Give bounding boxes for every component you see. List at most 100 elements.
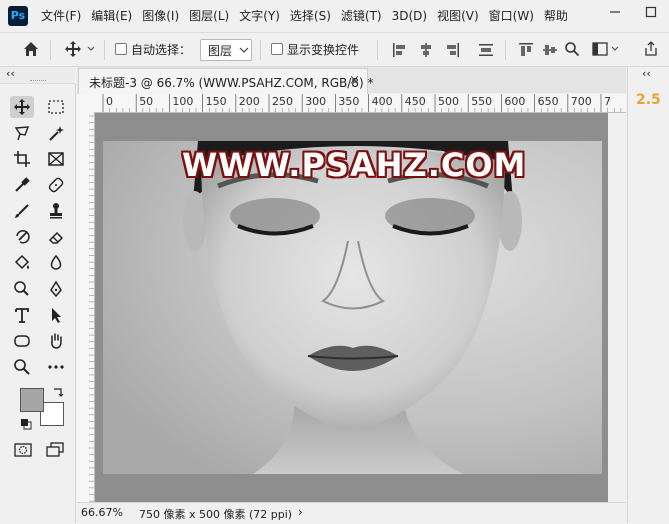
align-right-icon[interactable] — [444, 42, 460, 58]
ruler-tick-label: 550 — [471, 95, 492, 108]
status-menu-arrow[interactable]: › — [298, 505, 303, 519]
shape-tool[interactable] — [10, 330, 34, 352]
zoom-level-field[interactable]: 66.67% — [81, 506, 123, 519]
ruler-tick-label: 350 — [338, 95, 359, 108]
vertical-ruler-ticks — [89, 115, 94, 502]
align-horizontal-center-icon[interactable] — [418, 42, 434, 58]
paint-bucket-tool[interactable] — [10, 252, 34, 274]
move-icon — [14, 99, 30, 115]
main-menu: 文件(F) 编辑(E) 图像(I) 图层(L) 文字(Y) 选择(S) 滤镜(T… — [36, 0, 573, 32]
crop-tool[interactable] — [10, 148, 34, 170]
quick-mask-icon[interactable] — [14, 442, 32, 458]
document-tab[interactable]: 未标题-3 @ 66.7% (WWW.PSAHZ.COM, RGB/8) * × — [78, 68, 373, 94]
separator — [377, 40, 378, 60]
show-transform-label: 显示变换控件 — [287, 43, 360, 57]
align-top-icon[interactable] — [518, 42, 534, 58]
menu-window[interactable]: 窗口(W) — [484, 0, 539, 32]
ruler-tick-label: 450 — [405, 95, 426, 108]
document-image[interactable] — [103, 141, 602, 474]
history-brush-tool[interactable] — [10, 226, 34, 248]
separator — [505, 40, 506, 60]
horizontal-ruler[interactable]: 0 50 100 150 200 250 300 350 400 450 500 550 600 650 7… — [77, 94, 626, 113]
menu-file[interactable]: 文件(F) — [36, 0, 86, 32]
maximize-icon — [645, 6, 657, 18]
status-bar: 66.67% 750 像素 x 500 像素 (72 ppi) › — [77, 502, 626, 524]
move-tool[interactable] — [10, 96, 34, 118]
menu-help[interactable]: 帮助 — [539, 0, 573, 32]
healing-brush-tool[interactable] — [44, 174, 68, 196]
ruler-tick-label: 0 — [106, 95, 113, 108]
menu-select[interactable]: 选择(S) — [285, 0, 336, 32]
ruler-tick-label: 300 — [305, 95, 326, 108]
collapse-panel-button[interactable]: ‹‹ — [6, 67, 15, 80]
minimize-button[interactable] — [597, 0, 633, 24]
menu-layer[interactable]: 图层(L) — [184, 0, 234, 32]
align-left-icon[interactable] — [392, 42, 408, 58]
menu-edit[interactable]: 编辑(E) — [86, 0, 137, 32]
maximize-button[interactable] — [633, 0, 669, 24]
clone-stamp-tool[interactable] — [44, 200, 68, 222]
blur-tool[interactable] — [44, 252, 68, 274]
close-tab-button[interactable]: × — [349, 73, 360, 88]
stamp-icon — [50, 203, 62, 219]
ruler-tick-label: 250 — [272, 95, 293, 108]
menu-type[interactable]: 文字(Y) — [234, 0, 285, 32]
zoom-tool[interactable] — [10, 356, 34, 378]
bandage-icon — [48, 177, 64, 193]
document-tab-title: 未标题-3 @ 66.7% (WWW.PSAHZ.COM, RGB/8) * — [89, 76, 374, 90]
dodge-icon — [14, 281, 29, 296]
vertical-ruler[interactable] — [77, 112, 95, 502]
eraser-icon — [48, 231, 64, 244]
home-button[interactable] — [22, 40, 40, 61]
ruler-tick-label: 650 — [538, 95, 559, 108]
marquee-tool[interactable] — [44, 96, 68, 118]
frame-icon — [48, 152, 64, 166]
auto-select-label: 自动选择： — [131, 43, 192, 57]
layer-group-select[interactable]: 图层 — [200, 39, 252, 61]
canvas-area[interactable]: WWW.PSAHZ.COM — [95, 113, 608, 502]
path-selection-tool[interactable] — [44, 304, 68, 326]
show-transform-checkbox[interactable] — [271, 43, 283, 55]
foreground-color-swatch[interactable] — [20, 388, 44, 412]
search-icon[interactable] — [564, 41, 580, 57]
distribute-icon[interactable] — [478, 42, 494, 58]
hand-icon — [51, 333, 62, 349]
lasso-tool[interactable] — [10, 122, 34, 144]
menu-view[interactable]: 视图(V) — [432, 0, 484, 32]
type-tool[interactable] — [10, 304, 34, 326]
eraser-tool[interactable] — [44, 226, 68, 248]
vertical-scrollbar[interactable] — [608, 113, 626, 502]
tools-panel — [0, 84, 76, 523]
workspace-icon[interactable] — [592, 41, 620, 57]
collapse-right-panel-button[interactable]: ‹‹ — [642, 67, 651, 80]
default-colors-icon[interactable] — [20, 418, 32, 430]
right-panel-strip: ‹‹ 2.5 — [627, 67, 669, 523]
crop-icon — [14, 151, 30, 167]
separator — [260, 40, 261, 60]
share-icon[interactable] — [642, 40, 664, 58]
move-icon — [65, 41, 95, 57]
ruler-tick-label: 600 — [504, 95, 525, 108]
frame-tool[interactable] — [44, 148, 68, 170]
pen-tool[interactable] — [44, 278, 68, 300]
menu-image[interactable]: 图像(I) — [137, 0, 184, 32]
ruler-tick-label: 400 — [372, 95, 393, 108]
hand-tool[interactable] — [44, 330, 68, 352]
magic-wand-tool[interactable] — [44, 122, 68, 144]
brush-tool[interactable] — [10, 200, 34, 222]
more-tools-button[interactable] — [44, 356, 68, 378]
zoom-icon — [14, 359, 30, 375]
auto-select-checkbox[interactable] — [115, 43, 127, 55]
panel-value-label[interactable]: 2.5 — [636, 92, 661, 108]
move-tool-preset-button[interactable] — [64, 40, 95, 61]
grip-handle[interactable] — [30, 80, 46, 83]
menu-filter[interactable]: 滤镜(T) — [336, 0, 387, 32]
screen-mode-icon[interactable] — [46, 442, 68, 458]
dodge-tool[interactable] — [10, 278, 34, 300]
photoshop-logo: Ps — [8, 6, 28, 26]
ruler-tick-label: 700 — [571, 95, 592, 108]
menu-3d[interactable]: 3D(D) — [387, 0, 432, 32]
swap-colors-icon[interactable] — [52, 386, 64, 398]
align-vertical-center-icon[interactable] — [542, 42, 558, 58]
eyedropper-tool[interactable] — [10, 174, 34, 196]
